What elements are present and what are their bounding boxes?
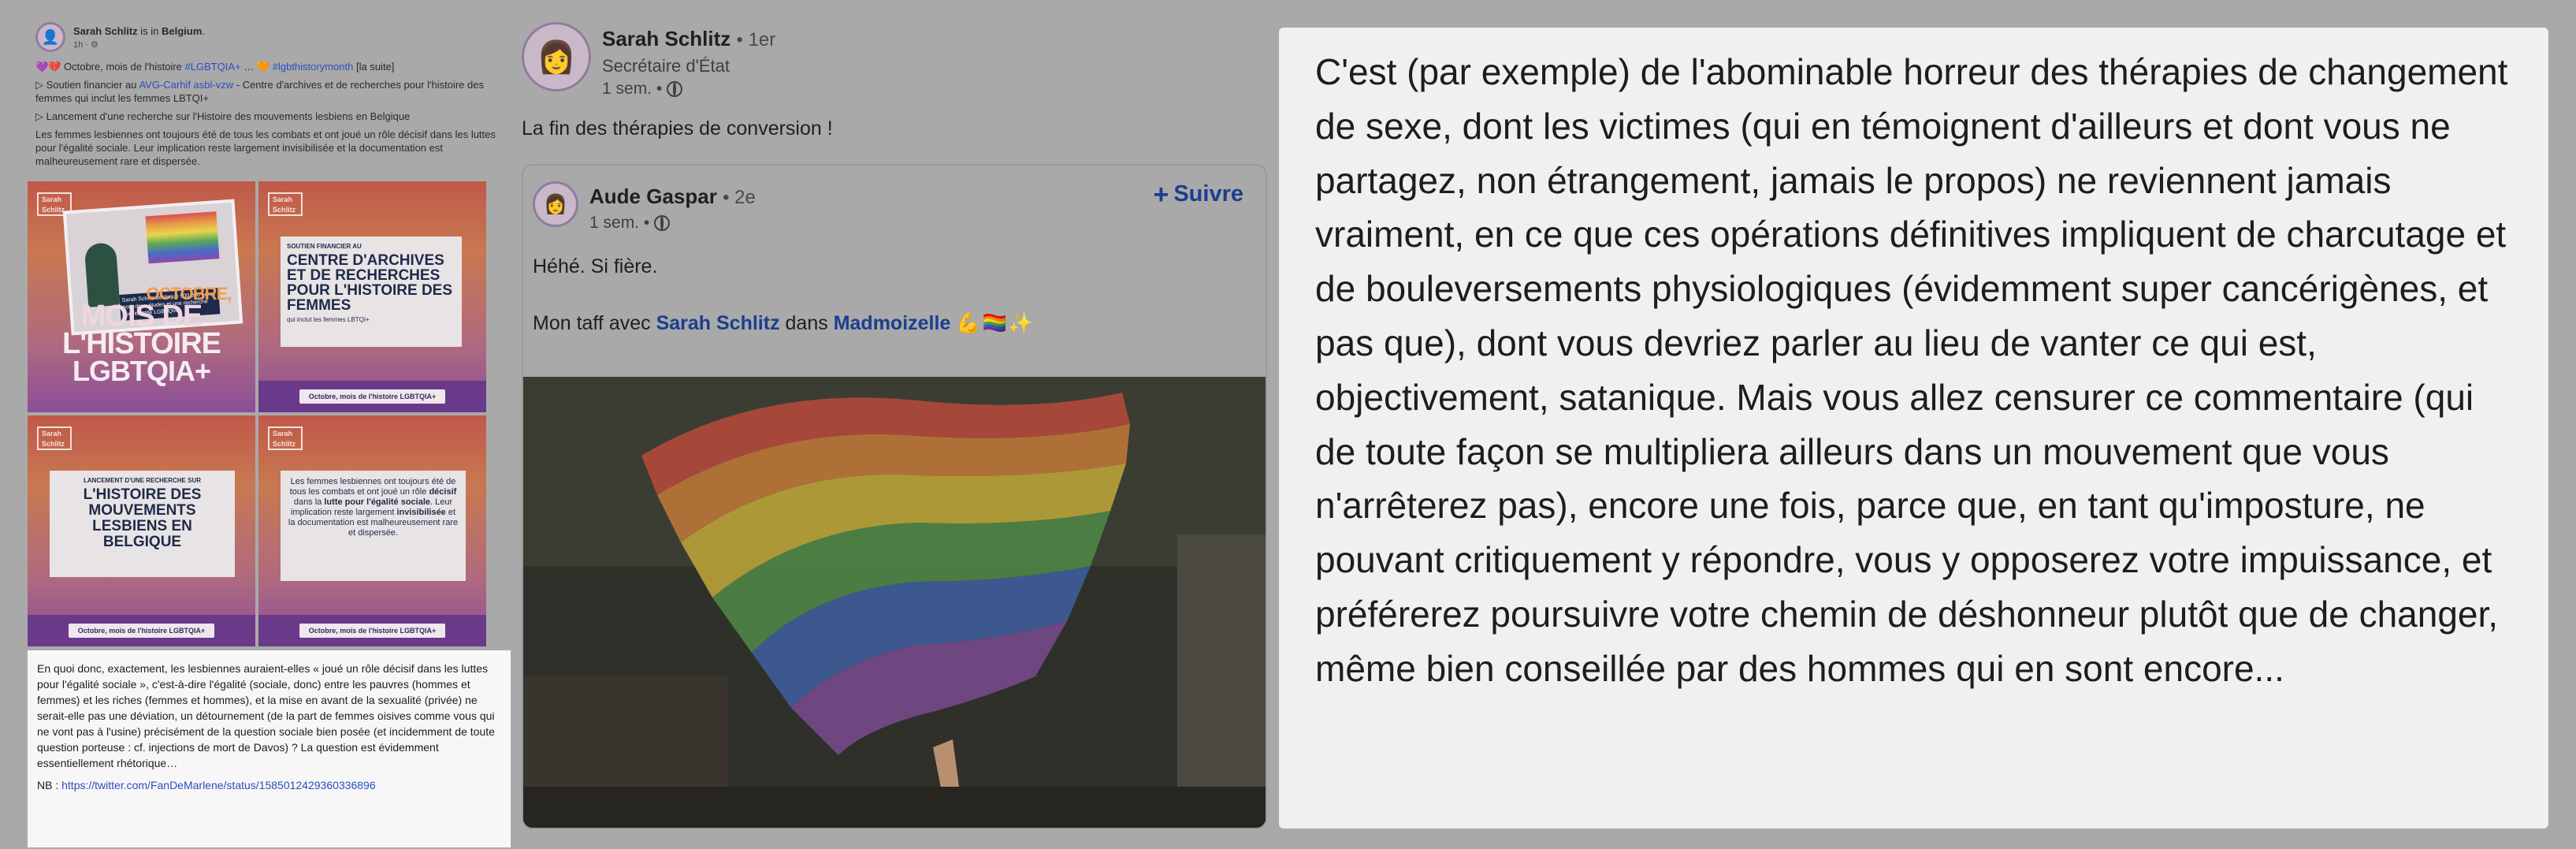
post-time-text: 1h ·: [73, 40, 88, 50]
author-name[interactable]: Aude Gaspar: [589, 184, 717, 208]
grid-tile-2[interactable]: Sarah Schlitz SOUTIEN FINANCIER AU CENTRE…: [258, 181, 486, 412]
grid-tile-1[interactable]: Sarah Schlitz Sarah Schlitz débloque 500.…: [28, 181, 255, 412]
author-line: Sarah Schlitz is in Belgium.: [73, 25, 205, 37]
follow-button[interactable]: + Suivre: [1153, 179, 1243, 210]
comment-panel: C'est (par exemple) de l'abominable horr…: [1279, 28, 2548, 829]
nb-label: NB :: [37, 779, 59, 791]
author-line: Aude Gaspar • 2e: [589, 184, 756, 209]
connection-degree: • 2e: [723, 187, 756, 208]
post-line-3: ▷ Lancement d'une recherche sur l'Histoi…: [35, 110, 411, 122]
see-more-link[interactable]: [la suite]: [356, 61, 394, 73]
line1-mid: … 🧡: [243, 61, 270, 73]
middle-post: 👩 Sarah Schlitz • 1er Secrétaire d'État …: [504, 22, 1273, 829]
avatar[interactable]: 👩: [522, 22, 591, 91]
line2-prefix: ▷ Soutien financier au: [35, 79, 137, 91]
mid-post-header: 👩 Sarah Schlitz • 1er Secrétaire d'État …: [522, 22, 1273, 99]
hashtag-link-2[interactable]: #lgbthistorymonth: [273, 61, 354, 73]
post-time-text: 1 sem. •: [602, 80, 663, 98]
tile-footer: Octobre, mois de l'histoire LGBTQIA+: [258, 381, 486, 412]
tile-footer: Octobre, mois de l'histoire LGBTQIA+: [28, 615, 255, 646]
mention-link[interactable]: Sarah Schlitz: [656, 312, 780, 334]
post-time: 1 sem. •: [589, 214, 756, 233]
tile3-kicker: LANCEMENT D'UNE RECHERCHE SUR: [83, 477, 202, 484]
author-name[interactable]: Sarah Schlitz: [73, 25, 138, 37]
tile-footer: Octobre, mois de l'histoire LGBTQIA+: [258, 615, 486, 646]
location[interactable]: Belgium: [162, 25, 202, 37]
rainbow-flag-photo[interactable]: [523, 377, 1266, 828]
author-name[interactable]: Sarah Schlitz: [602, 27, 730, 50]
post-time-text: 1 sem. •: [589, 214, 650, 232]
author-role: Secrétaire d'État: [602, 56, 730, 76]
tile3-title: L'HISTOIRE DES MOUVEMENTS LESBIENS EN BE…: [83, 486, 202, 550]
shared-line-1: Héhé. Si fière.: [533, 255, 658, 277]
left-post-header: 👤 Sarah Schlitz is in Belgium. 1h · ⚙: [35, 22, 512, 52]
tile4-card: Les femmes lesbiennes ont toujours été d…: [281, 471, 466, 581]
grid-tile-4[interactable]: Sarah Schlitz Les femmes lesbiennes ont t…: [258, 415, 486, 646]
post-line-1: 💜💔 Octobre, mois de l'histoire #LGBTQIA+…: [35, 60, 500, 73]
location-prefix: is in: [140, 25, 159, 37]
globe-icon: ⚙: [91, 40, 99, 50]
left-post-text: 💜💔 Octobre, mois de l'histoire #LGBTQIA+…: [35, 60, 500, 168]
org-link[interactable]: AVG-Carhif asbl-vzw: [139, 79, 233, 91]
brand-logo: Sarah Schlitz: [268, 192, 303, 216]
avatar[interactable]: 👤: [35, 22, 65, 52]
line2-mid: dans: [785, 312, 828, 334]
nb-line: NB : https://twitter.com/FanDeMarlene/st…: [37, 777, 503, 793]
tile2-card: SOUTIEN FINANCIER AU CENTRE D'ARCHIVES E…: [281, 236, 462, 347]
grid-tile-3[interactable]: Sarah Schlitz LANCEMENT D'UNE RECHERCHE S…: [28, 415, 255, 646]
heart-icons: 💜💔: [35, 61, 61, 73]
twitter-link[interactable]: https://twitter.com/FanDeMarlene/status/…: [61, 779, 375, 791]
author-line: Sarah Schlitz • 1er: [602, 27, 775, 51]
post-time: 1 sem. •: [602, 80, 775, 99]
line2-prefix: Mon taff avec: [533, 312, 651, 334]
tile3-card: LANCEMENT D'UNE RECHERCHE SUR L'HISTOIRE…: [50, 471, 235, 577]
shared-line-2: Mon taff avec Sarah Schlitz dans Madmoiz…: [533, 311, 1266, 335]
tile2-title: CENTRE D'ARCHIVES ET DE RECHERCHES POUR …: [287, 252, 453, 314]
tile1-title-4: LGBTQIA+: [72, 355, 211, 387]
tile2-kicker: SOUTIEN FINANCIER AU: [287, 243, 362, 250]
connection-degree: • 1er: [736, 29, 776, 50]
comment-box: En quoi donc, exactement, les lesbiennes…: [28, 650, 511, 847]
comment-text: En quoi donc, exactement, les lesbiennes…: [37, 662, 495, 769]
globe-icon: [654, 215, 671, 231]
emoji-group: 💪🏳️‍🌈✨: [956, 312, 1035, 334]
globe-icon: [667, 81, 683, 97]
line1-text: Octobre, mois de l'histoire: [64, 61, 182, 73]
shared-post-body: Héhé. Si fière. Mon taff avec Sarah Schl…: [533, 255, 1266, 335]
left-post: 👤 Sarah Schlitz is in Belgium. 1h · ⚙ 💜💔…: [24, 22, 512, 847]
shared-post[interactable]: 👩 Aude Gaspar • 2e 1 sem. • + Suivre Héh…: [522, 164, 1267, 829]
post-caption: La fin des thérapies de conversion !: [522, 117, 833, 140]
tile2-sub: qui inclut les femmes LBTQI+: [287, 316, 370, 323]
plus-icon: +: [1153, 179, 1169, 210]
post-line-2: ▷ Soutien financier au AVG-Carhif asbl-v…: [35, 78, 500, 105]
post-line-4: Les femmes lesbiennes ont toujours été d…: [35, 128, 496, 167]
follow-label: Suivre: [1173, 181, 1243, 207]
brand-logo: Sarah Schlitz: [37, 426, 72, 450]
mention-link-2[interactable]: Madmoizelle: [834, 312, 951, 334]
flag-illustration: [523, 377, 1266, 828]
location-suffix: .: [202, 25, 205, 37]
post-time: 1h · ⚙: [73, 39, 205, 50]
image-grid[interactable]: Sarah Schlitz Sarah Schlitz débloque 500.…: [28, 181, 486, 646]
brand-logo: Sarah Schlitz: [268, 426, 303, 450]
avatar[interactable]: 👩: [533, 181, 578, 227]
hashtag-link[interactable]: #LGBTQIA+: [185, 61, 241, 73]
comment-text: C'est (par exemple) de l'abominable horr…: [1315, 51, 2508, 689]
